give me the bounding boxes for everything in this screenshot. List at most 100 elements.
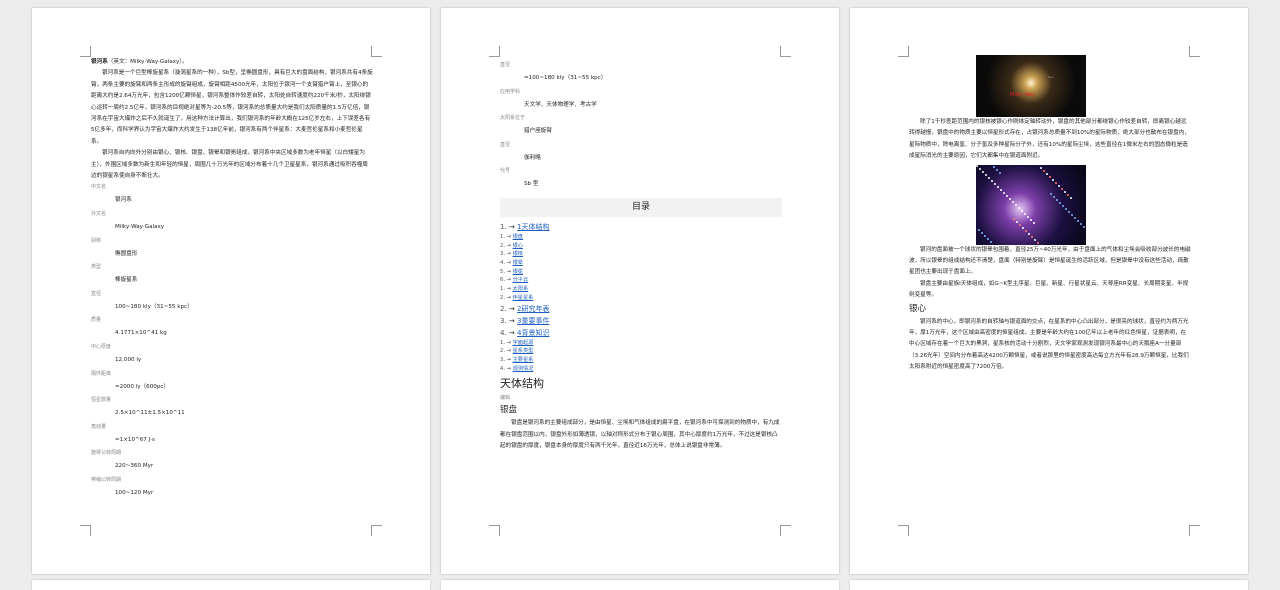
toc-item[interactable]: 2. → 星系类型 — [500, 347, 782, 356]
star-dot — [1059, 201, 1061, 204]
toc-link[interactable]: 3重要事件 — [517, 317, 549, 325]
page-content: 银河系（英文：Milky·Way·Galaxy）。 银河系是一个巨型棒旋星系（漩… — [91, 57, 373, 502]
margin-corner-mark — [489, 46, 500, 57]
toc-title: 目录 — [500, 197, 782, 217]
star-dot — [1080, 222, 1082, 225]
infobox-fields: 中文名 银河系 外文名 Milky·Way·Galaxy 别称 椭圆盘形 类型 棒旋星系 直径 1… — [91, 182, 373, 501]
subsection-heading[interactable]: 银心 — [909, 302, 1191, 317]
field-value: Sb 型 — [524, 181, 539, 188]
star-dot — [1021, 209, 1023, 212]
star-dot — [1031, 235, 1033, 238]
article-title[interactable]: 银河系 — [91, 59, 108, 65]
nebula-image[interactable] — [976, 164, 1086, 245]
field-value: 4.1771×10^41 kg — [115, 330, 167, 337]
star-dot — [1006, 194, 1008, 197]
toc-link[interactable]: 太阳系 — [513, 286, 529, 292]
star-dot — [1068, 210, 1070, 213]
star-dot — [1053, 195, 1055, 198]
toc-link[interactable]: 主要星系 — [513, 357, 534, 363]
star-dot — [990, 240, 992, 243]
field-value: 银河系 — [115, 197, 132, 204]
field-label: 隔环距离 — [91, 370, 112, 377]
toc-separator: . → — [503, 242, 513, 249]
field-value: 猎户座旋臂 — [524, 128, 552, 135]
toc-link[interactable]: 字面起源 — [513, 340, 534, 346]
toc-link[interactable]: 分子云 — [513, 277, 529, 283]
structure-paragraph[interactable]: 银河系自内向外分别由银心、银核、银盘、银晕和银冕组成，银河系中央区域多数为老年恒… — [91, 148, 373, 182]
toc-link[interactable]: 银核 — [513, 251, 523, 257]
star-dot — [996, 168, 998, 171]
next-page-edge — [32, 580, 430, 590]
intro-paragraph[interactable]: 银河系是一个巨型棒旋星系（漩涡星系的一种），Sb型，呈椭圆盘形，具有巨大的盘面结… — [91, 68, 373, 148]
star-dot — [1062, 204, 1064, 207]
margin-corner-mark — [371, 525, 382, 536]
star-dot — [985, 173, 987, 176]
toc-link[interactable]: 银心 — [513, 243, 523, 249]
star-dot — [1064, 190, 1066, 193]
field-value: 100~180 kly（31~55 kpc） — [115, 303, 193, 310]
galactic-disk-paragraph[interactable]: 银盘是银河系的主要组成部分，是由恒星、尘埃和气体组成的扁平盘，在银河系中可探测到… — [500, 418, 782, 452]
field-value: ≈1×10^67 J·s — [115, 436, 155, 443]
halo-paragraph[interactable]: 银河的盘面被一个球状的银晕包围着，直径25万~40万光年，由于盘面上的气体和尘埃… — [909, 245, 1191, 279]
section-heading[interactable]: 天体结构 — [500, 375, 782, 393]
toc-item[interactable]: 1. → 太阳系 — [500, 285, 782, 294]
star-dot — [984, 234, 986, 237]
star-dot — [982, 170, 984, 173]
next-page-edge — [441, 580, 839, 590]
toc-item[interactable]: 4. → 4背景知识 — [500, 327, 782, 339]
star-dot — [1071, 213, 1073, 216]
star-dot — [1024, 212, 1026, 215]
toc-separator: . → — [503, 357, 513, 363]
subsection-heading[interactable]: 银盘 — [500, 403, 782, 418]
toc-separator: . → — [504, 316, 518, 325]
toc-item[interactable]: 4. → 银晕 — [500, 259, 782, 268]
toc-item[interactable]: 3. → 银核 — [500, 250, 782, 259]
toc-item[interactable]: 5. → 银冕 — [500, 268, 782, 277]
toc-separator: . → — [503, 268, 513, 275]
toc-item[interactable]: 3. → 3重要事件 — [500, 315, 782, 327]
toc-link[interactable]: 伴星星系 — [513, 295, 534, 301]
milky-way-image[interactable]: Milky Way Sun — [976, 55, 1086, 117]
galactic-center-paragraph[interactable]: 银河系的中心，即银河系的自转轴与银道面的交点，在星系的中心凸出部分，是很亮的球状… — [909, 317, 1191, 374]
rotation-paragraph[interactable]: 除了1千秒差距范围内的银核被银心作刚体定轴转动外，银盘的其他部分都绕银心作较差自… — [909, 117, 1191, 163]
field-label: 角动量 — [91, 423, 107, 430]
toc-link[interactable]: 银盘 — [513, 234, 523, 240]
star-dot — [1013, 217, 1015, 220]
star-dot — [994, 182, 996, 185]
edit-link[interactable]: 编辑 — [500, 393, 782, 403]
toc-item[interactable]: 1. → 银盘 — [500, 233, 782, 242]
margin-corner-mark — [371, 46, 382, 57]
toc-item[interactable]: 2. → 伴星星系 — [500, 294, 782, 303]
toc-item[interactable]: 1. → 字面起源 — [500, 339, 782, 348]
star-dot — [1065, 207, 1067, 210]
population-paragraph[interactable]: 银盘主要由星族Ⅰ天体组成，如G~K型主序星、巨星、新星、行星状星云、天琴座RR变… — [909, 279, 1191, 302]
intro-title-line: 银河系（英文：Milky·Way·Galaxy）。 — [91, 57, 373, 68]
next-page-edge — [850, 580, 1248, 590]
star-dot — [976, 164, 978, 167]
star-dot — [1016, 220, 1018, 223]
toc-link[interactable]: 1天体结构 — [517, 223, 549, 231]
field-value: 椭圆盘形 — [115, 250, 138, 257]
toc-link[interactable]: 2研究年表 — [517, 305, 549, 313]
field-value: 天文学、天体物理学、考古学 — [524, 101, 597, 108]
toc-item[interactable]: 4. → 观测情况 — [500, 365, 782, 374]
star-dot — [1022, 226, 1024, 229]
star-dot — [1018, 206, 1020, 209]
toc-link[interactable]: 银晕 — [513, 260, 523, 266]
star-dot — [979, 167, 981, 170]
toc-item[interactable]: 3. → 主要星系 — [500, 356, 782, 365]
toc-link[interactable]: 银冕 — [513, 269, 523, 275]
field-label: 代号 — [500, 168, 511, 175]
toc-separator: . → — [503, 233, 513, 240]
toc-item[interactable]: 1. → 1天体结构 — [500, 221, 782, 233]
field-label: 质量 — [91, 317, 102, 324]
toc-link[interactable]: 星系类型 — [513, 348, 534, 354]
toc-item[interactable]: 2. → 银心 — [500, 242, 782, 251]
star-dot — [1009, 197, 1011, 200]
toc-link[interactable]: 4背景知识 — [517, 329, 549, 337]
field-label: 外文名 — [91, 211, 107, 218]
toc-link[interactable]: 观测情况 — [513, 366, 534, 372]
toc-item[interactable]: 6. → 分子云 — [500, 276, 782, 285]
toc-item[interactable]: 2. → 2研究年表 — [500, 303, 782, 315]
star-dot — [1019, 223, 1021, 226]
